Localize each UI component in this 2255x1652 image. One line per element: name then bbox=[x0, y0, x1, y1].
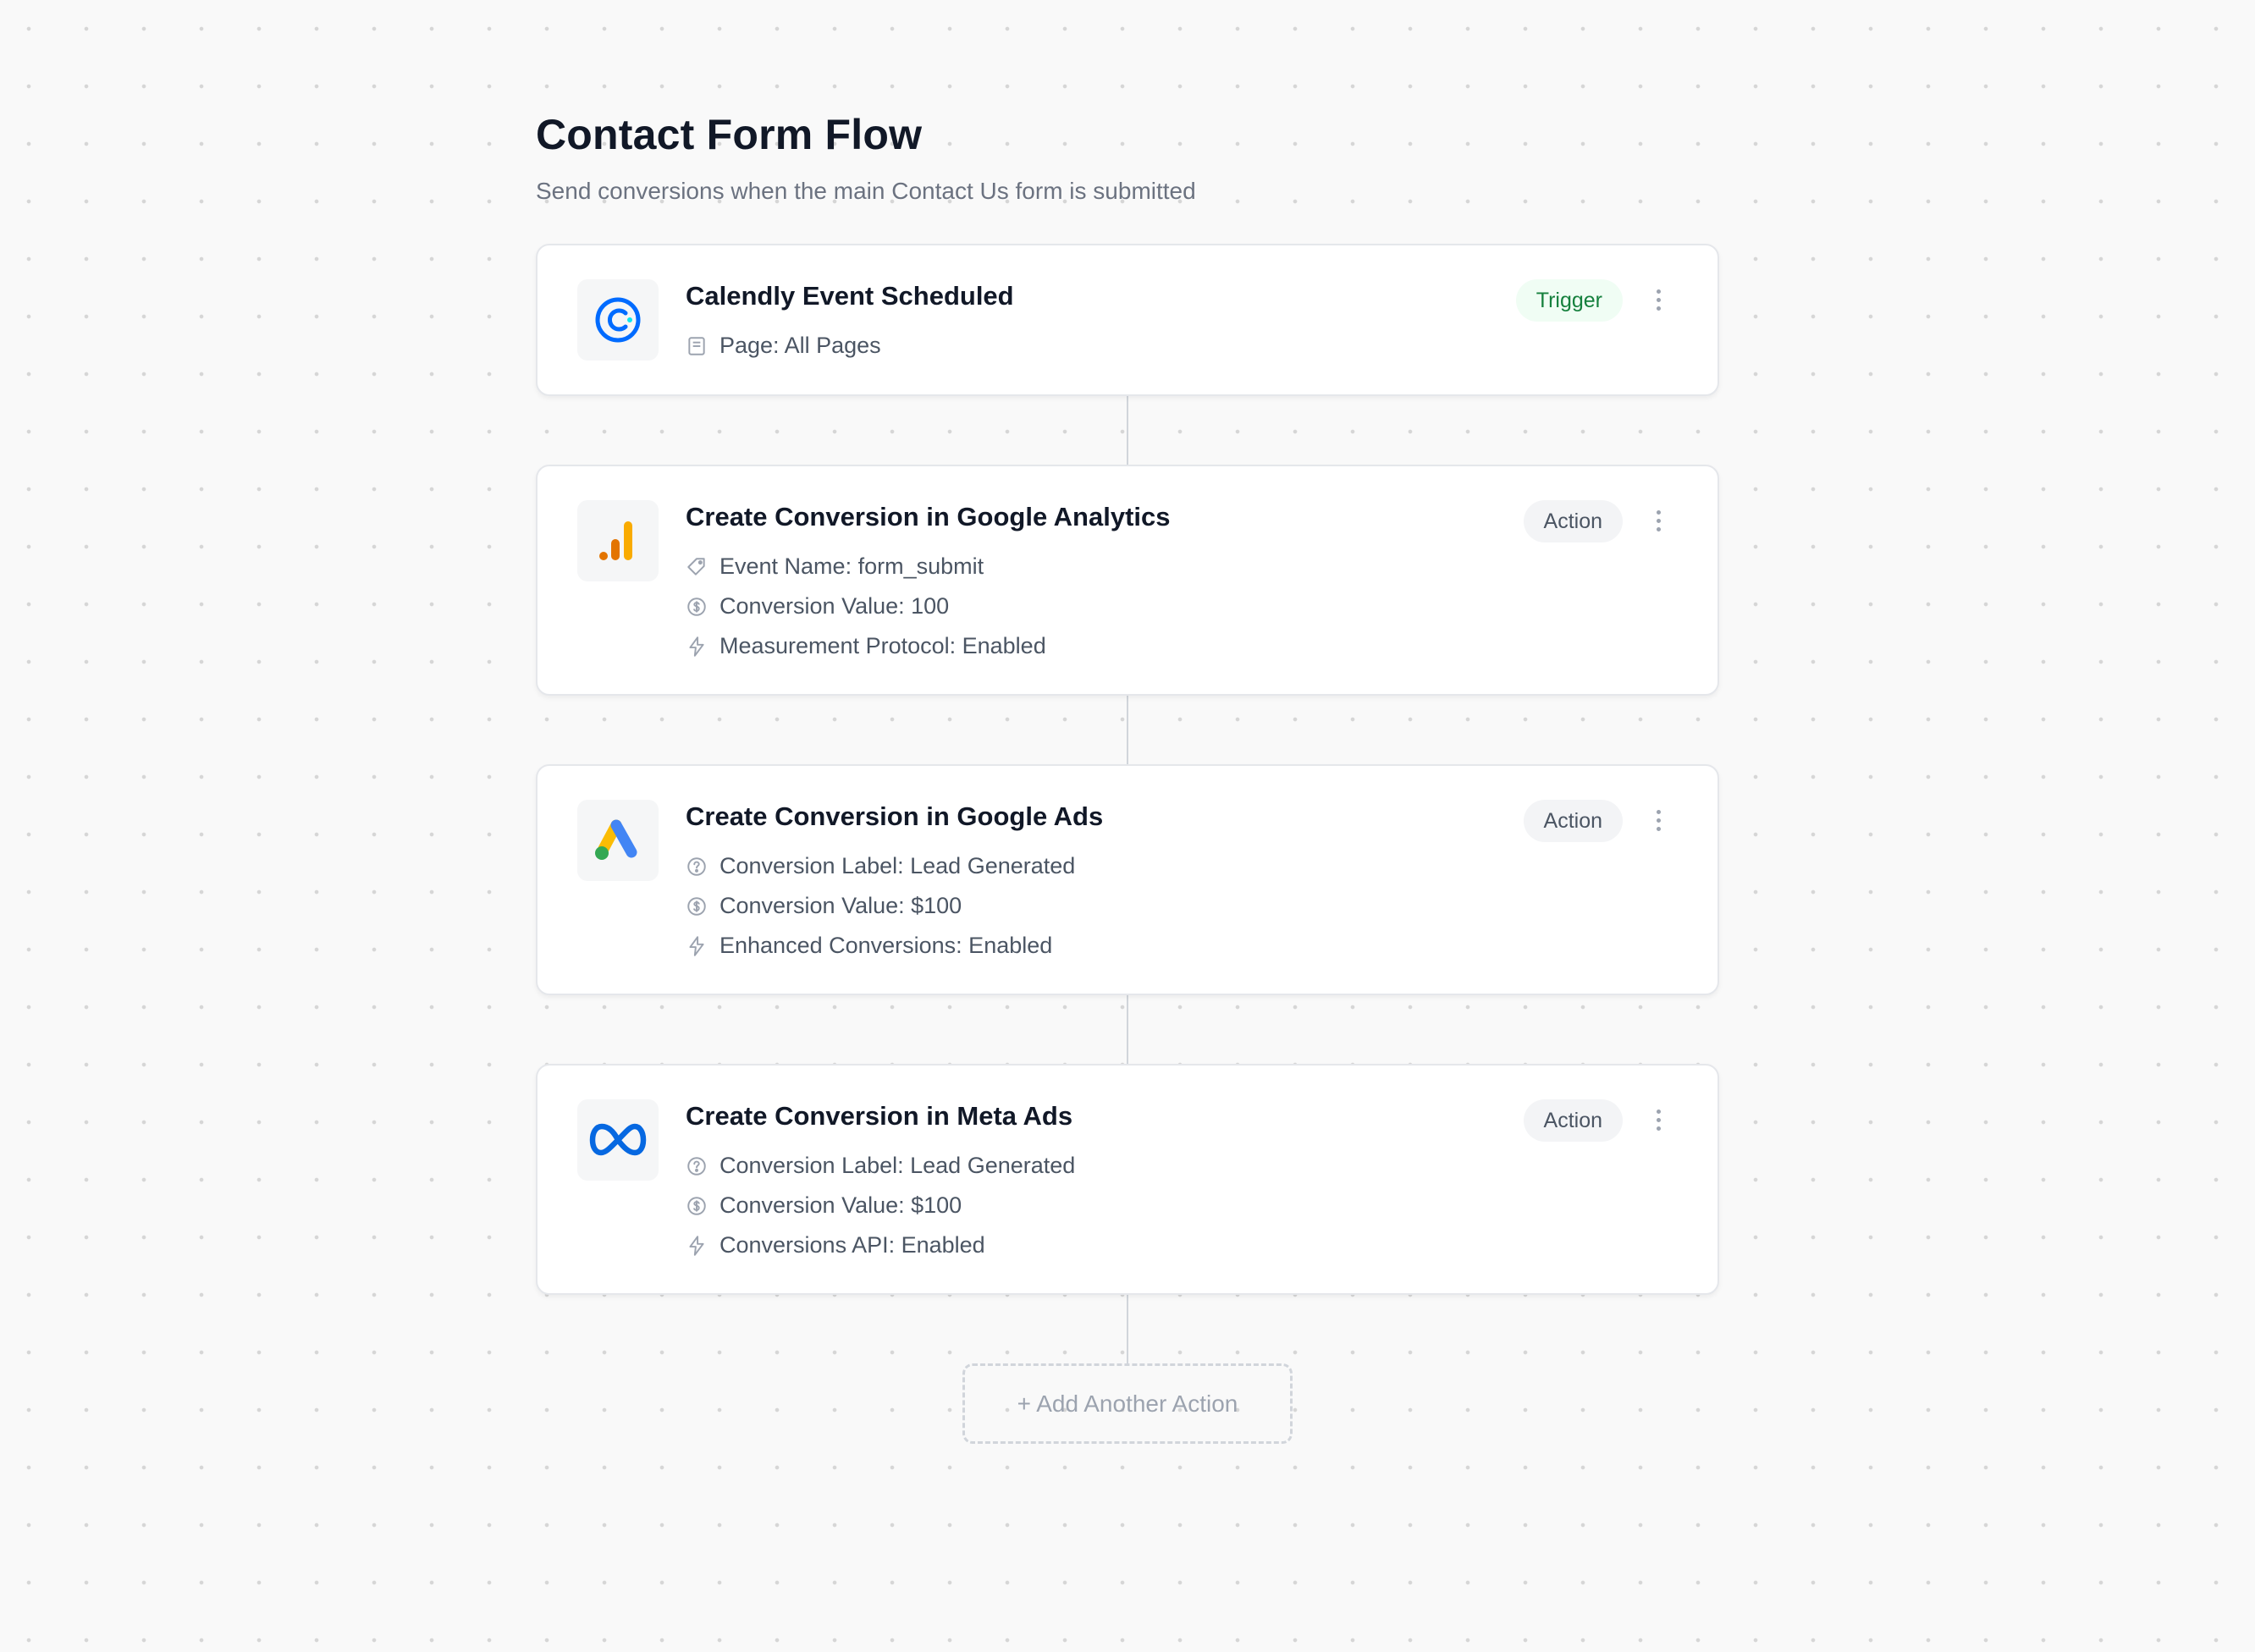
card-title: Create Conversion in Google Ads bbox=[686, 801, 1104, 831]
flow-connector bbox=[1127, 1294, 1128, 1363]
google-ads-icon bbox=[595, 819, 637, 860]
more-options-icon[interactable] bbox=[1646, 283, 1671, 317]
detail-text: Conversions API: Enabled bbox=[720, 1232, 985, 1258]
dollar-circle-icon bbox=[687, 1196, 706, 1215]
lightning-icon bbox=[689, 935, 704, 956]
action-card-google-ads[interactable]: Create Conversion in Google Ads Conversi… bbox=[536, 764, 1719, 995]
card-title: Create Conversion in Google Analytics bbox=[686, 502, 1171, 531]
flow-connector bbox=[1127, 994, 1128, 1064]
add-another-action-button[interactable]: + Add Another Action bbox=[962, 1363, 1293, 1444]
calendly-logo bbox=[577, 279, 659, 361]
google-analytics-icon bbox=[599, 521, 632, 560]
lightning-icon bbox=[689, 1235, 704, 1256]
detail-text: Conversion Label: Lead Generated bbox=[720, 1153, 1076, 1178]
card-details: Conversion Label: Lead Generated Convers… bbox=[686, 1146, 1075, 1265]
card-details: Event Name: form_submit Conversion Value… bbox=[686, 547, 1046, 666]
card-title: Create Conversion in Meta Ads bbox=[686, 1101, 1073, 1131]
more-options-icon[interactable] bbox=[1646, 504, 1671, 537]
detail-text: Conversion Value: 100 bbox=[720, 593, 950, 619]
page-icon bbox=[688, 336, 705, 355]
dollar-circle-icon bbox=[687, 896, 706, 916]
detail-row: Measurement Protocol: Enabled bbox=[686, 626, 1046, 666]
flow-canvas: Contact Form Flow Send conversions when … bbox=[0, 0, 2255, 1652]
page-subtitle: Send conversions when the main Contact U… bbox=[536, 178, 1196, 204]
card-details: Page: All Pages bbox=[686, 326, 881, 366]
more-options-icon[interactable] bbox=[1646, 803, 1671, 837]
flow-connector bbox=[1127, 695, 1128, 764]
action-badge: Action bbox=[1523, 1099, 1623, 1142]
detail-row: Conversions API: Enabled bbox=[686, 1225, 1075, 1265]
dollar-circle-icon bbox=[687, 597, 706, 616]
tag-icon bbox=[687, 557, 705, 575]
detail-text: Page: All Pages bbox=[720, 333, 881, 358]
action-badge: Action bbox=[1523, 800, 1623, 842]
trigger-badge: Trigger bbox=[1515, 279, 1623, 322]
detail-row: Event Name: form_submit bbox=[686, 547, 1046, 586]
detail-text: Conversion Label: Lead Generated bbox=[720, 853, 1076, 878]
page-title: Contact Form Flow bbox=[536, 111, 923, 158]
google-analytics-logo bbox=[577, 500, 659, 581]
detail-text: Measurement Protocol: Enabled bbox=[720, 633, 1046, 658]
card-details: Conversion Label: Lead Generated Convers… bbox=[686, 846, 1075, 966]
help-circle-icon bbox=[687, 856, 706, 876]
flow-connector bbox=[1127, 395, 1128, 465]
detail-row: Conversion Value: $100 bbox=[686, 1186, 1075, 1225]
detail-row: Page: All Pages bbox=[686, 326, 881, 366]
meta-logo bbox=[577, 1099, 659, 1181]
detail-text: Conversion Value: $100 bbox=[720, 1192, 962, 1218]
action-badge: Action bbox=[1523, 500, 1623, 542]
detail-row: Conversion Label: Lead Generated bbox=[686, 846, 1075, 886]
lightning-icon bbox=[689, 636, 704, 657]
meta-icon bbox=[589, 1123, 647, 1156]
detail-row: Conversion Value: $100 bbox=[686, 886, 1075, 926]
detail-row: Conversion Value: 100 bbox=[686, 586, 1046, 626]
trigger-card[interactable]: Calendly Event Scheduled Page: All Pages… bbox=[536, 244, 1719, 396]
action-card-meta-ads[interactable]: Create Conversion in Meta Ads Conversion… bbox=[536, 1064, 1719, 1295]
card-title: Calendly Event Scheduled bbox=[686, 281, 1014, 311]
detail-text: Conversion Value: $100 bbox=[720, 893, 962, 918]
detail-text: Enhanced Conversions: Enabled bbox=[720, 933, 1053, 958]
detail-text: Event Name: form_submit bbox=[720, 553, 984, 579]
flow-header: Contact Form Flow Send conversions when … bbox=[536, 110, 1196, 205]
detail-row: Conversion Label: Lead Generated bbox=[686, 1146, 1075, 1186]
google-ads-logo bbox=[577, 800, 659, 881]
action-card-google-analytics[interactable]: Create Conversion in Google Analytics Ev… bbox=[536, 465, 1719, 696]
calendly-icon bbox=[595, 297, 641, 343]
detail-row: Enhanced Conversions: Enabled bbox=[686, 926, 1075, 966]
help-circle-icon bbox=[687, 1156, 706, 1176]
more-options-icon[interactable] bbox=[1646, 1103, 1671, 1137]
